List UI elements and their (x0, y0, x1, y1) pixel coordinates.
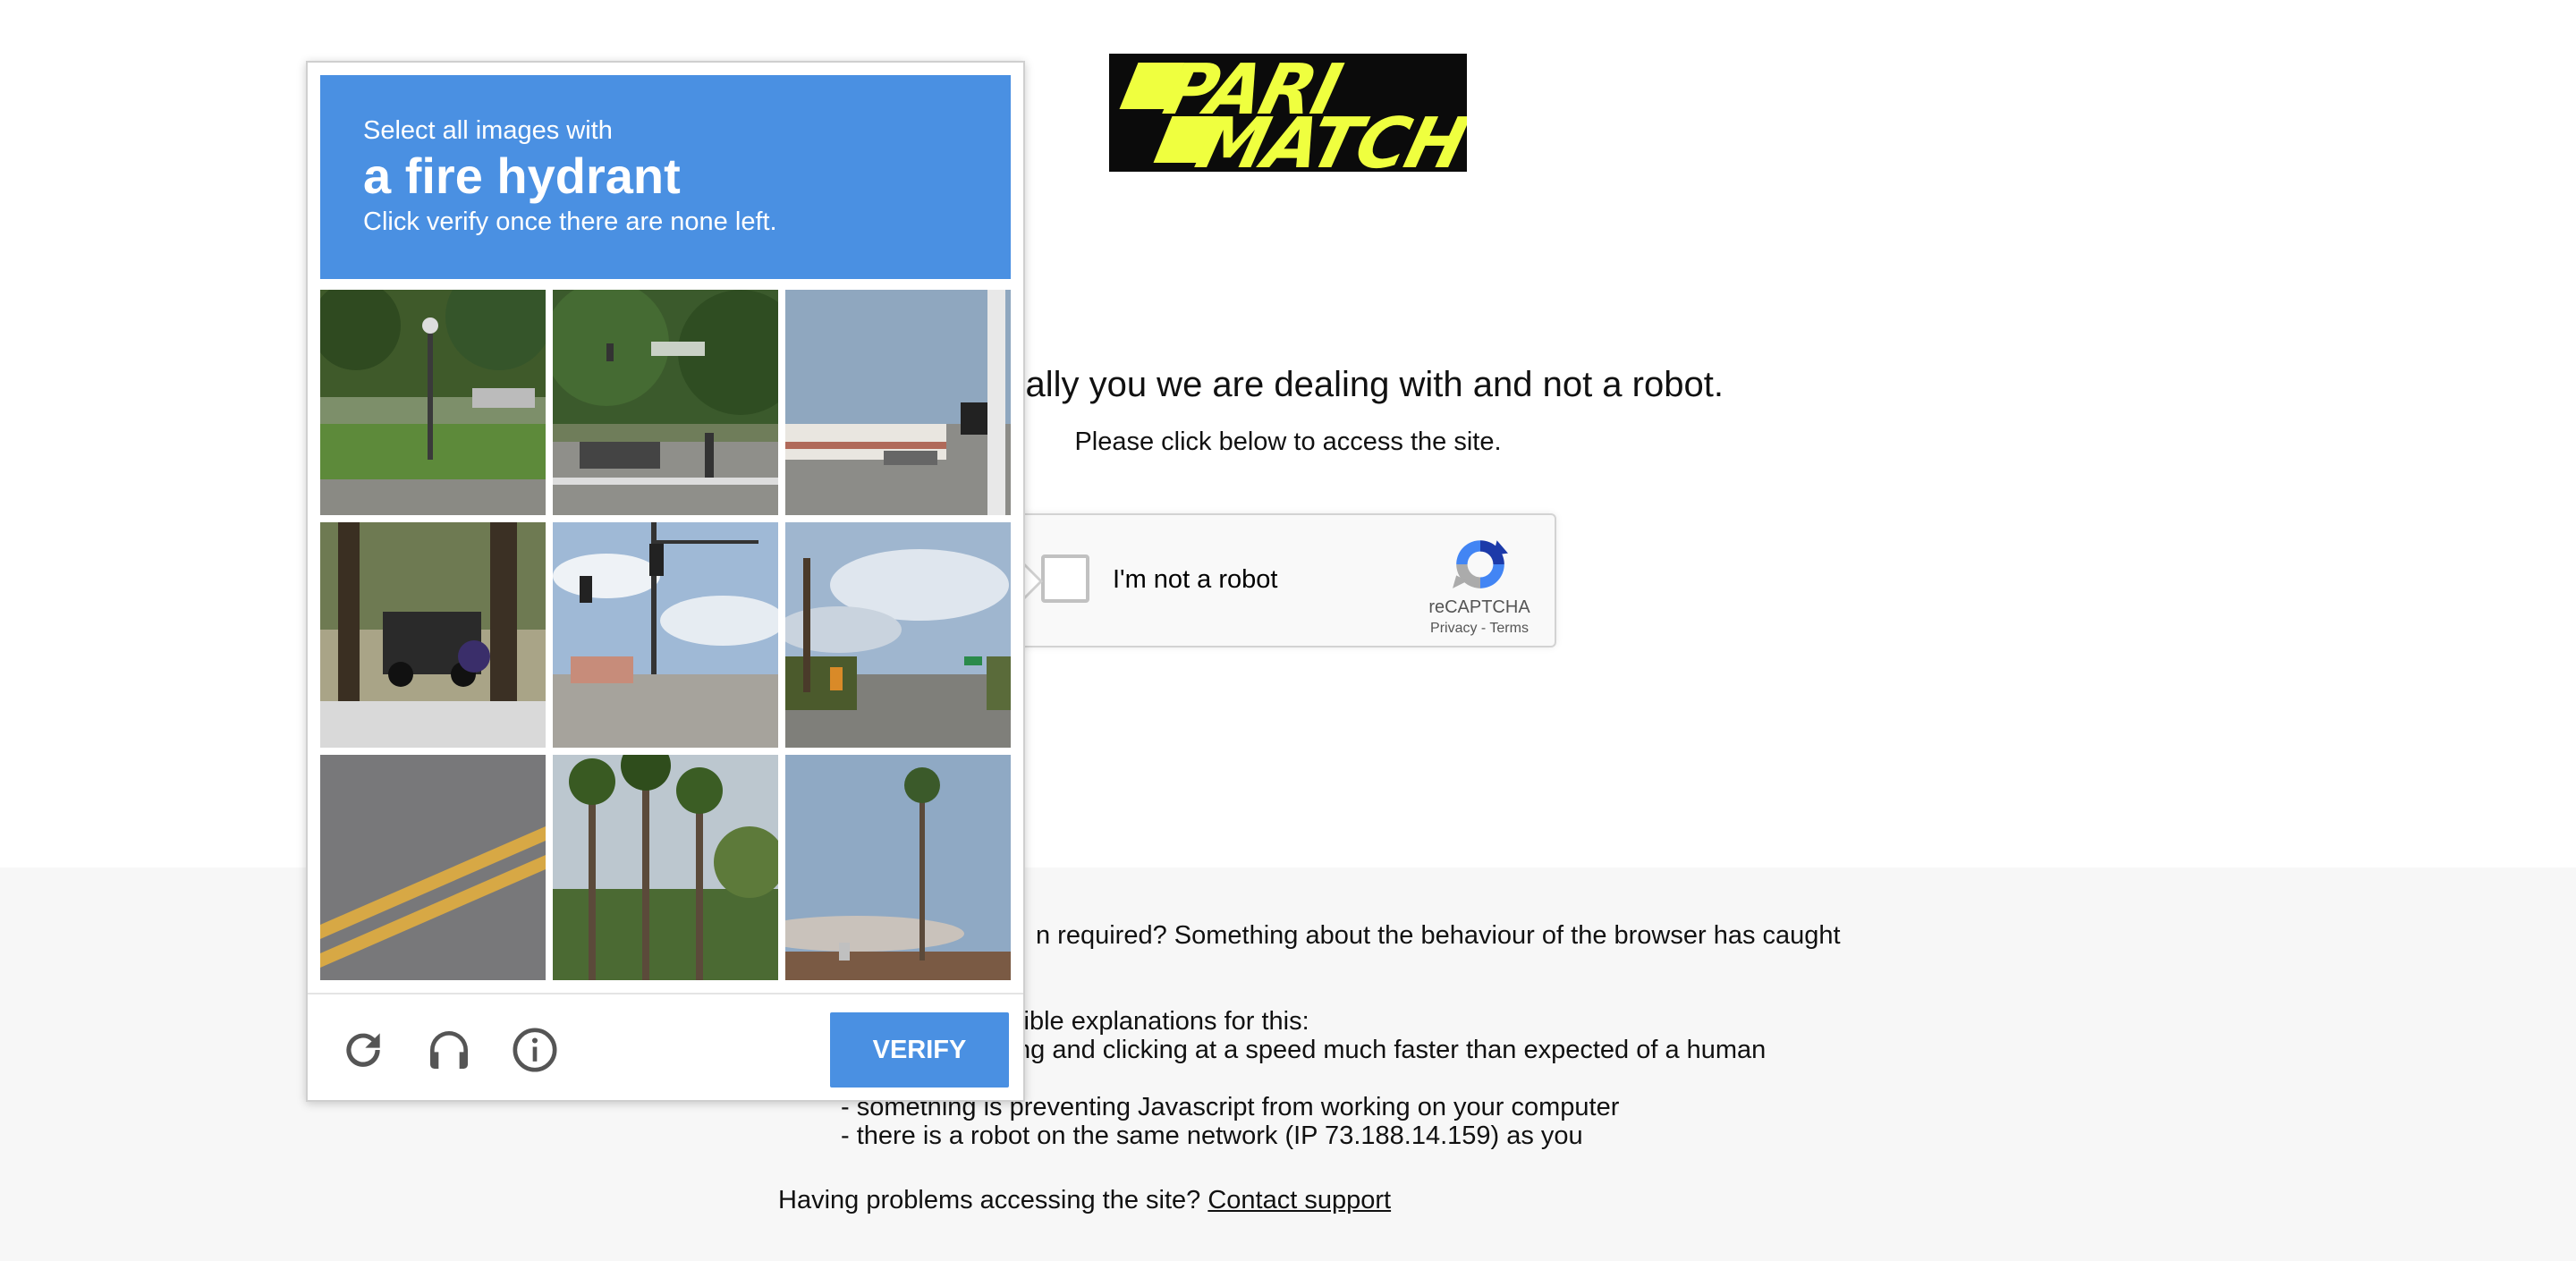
instruction-note: Click verify once there are none left. (363, 207, 777, 236)
problems-text: Having problems accessing the site? (778, 1186, 1208, 1214)
recaptcha-logo-icon (1453, 540, 1508, 588)
contact-support-link[interactable]: Contact support (1208, 1186, 1391, 1214)
challenge-footer: VERIFY (308, 993, 1023, 1105)
image-tile-8[interactable] (553, 755, 778, 980)
instruction-target: a fire hydrant (363, 148, 681, 204)
info-line-3: ng and clicking at a speed much faster t… (1016, 1036, 1767, 1064)
recaptcha-widget: I'm not a robot reCAPTCHA Privacy - Term… (1002, 513, 1556, 647)
image-tile-3[interactable] (785, 290, 1011, 515)
image-challenge-popup: Select all images with a fire hydrant Cl… (306, 61, 1025, 1102)
logo-line-2: MATCH (1188, 104, 1467, 172)
instruction-small: Select all images with (363, 116, 613, 145)
image-grid (320, 290, 1011, 980)
image-tile-6[interactable] (785, 522, 1011, 748)
image-tile-5[interactable] (553, 522, 778, 748)
privacy-link[interactable]: Privacy (1430, 621, 1477, 636)
terms-separator: - (1477, 621, 1490, 636)
image-tile-2[interactable] (553, 290, 778, 515)
not-robot-label: I'm not a robot (1113, 565, 1278, 594)
recaptcha-brand: reCAPTCHA (1428, 597, 1530, 617)
image-tile-4[interactable] (320, 522, 546, 748)
image-tile-9[interactable] (785, 755, 1011, 980)
info-line-5: - there is a robot on the same network (… (841, 1121, 1583, 1150)
reload-icon[interactable] (338, 1025, 388, 1075)
support-line: Having problems accessing the site? Cont… (778, 1186, 1391, 1215)
info-line-1: n required? Something about the behaviou… (1036, 921, 1841, 950)
image-tile-7[interactable] (320, 755, 546, 980)
image-tile-1[interactable] (320, 290, 546, 515)
info-icon[interactable] (510, 1025, 560, 1075)
not-robot-checkbox[interactable] (1041, 554, 1089, 603)
parimatch-logo: PARI MATCH (1109, 54, 1467, 172)
challenge-header: Select all images with a fire hydrant Cl… (320, 75, 1011, 279)
info-line-2: sible explanations for this: (1011, 1007, 1309, 1036)
terms-link[interactable]: Terms (1489, 621, 1529, 636)
verify-button[interactable]: VERIFY (830, 1012, 1009, 1088)
recaptcha-terms: Privacy - Terms (1404, 621, 1555, 637)
audio-headphones-icon[interactable] (424, 1025, 474, 1075)
